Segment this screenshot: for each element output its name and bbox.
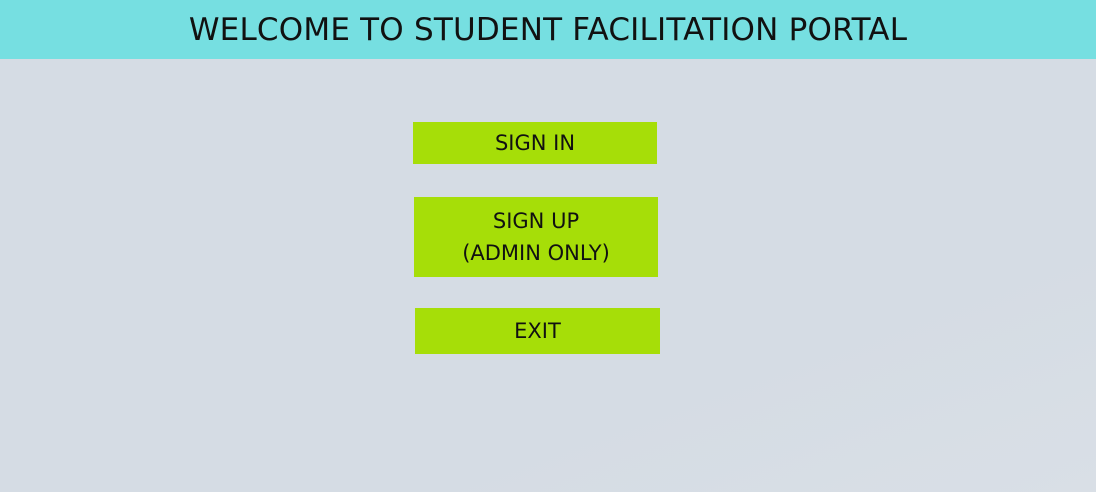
- sign-in-button[interactable]: SIGN IN: [413, 122, 657, 164]
- sign-up-button[interactable]: SIGN UP (ADMIN ONLY): [414, 197, 658, 277]
- page-title: WELCOME TO STUDENT FACILITATION PORTAL: [188, 11, 908, 48]
- sign-in-label: SIGN IN: [494, 131, 576, 155]
- exit-button[interactable]: EXIT: [415, 308, 660, 354]
- sign-up-label-line2: (ADMIN ONLY): [462, 241, 610, 265]
- header-bar: WELCOME TO STUDENT FACILITATION PORTAL: [0, 0, 1096, 59]
- main-panel: SIGN IN SIGN UP (ADMIN ONLY) EXIT: [0, 59, 1096, 492]
- exit-label: EXIT: [514, 319, 561, 343]
- sign-up-label-line1: SIGN UP: [492, 209, 580, 233]
